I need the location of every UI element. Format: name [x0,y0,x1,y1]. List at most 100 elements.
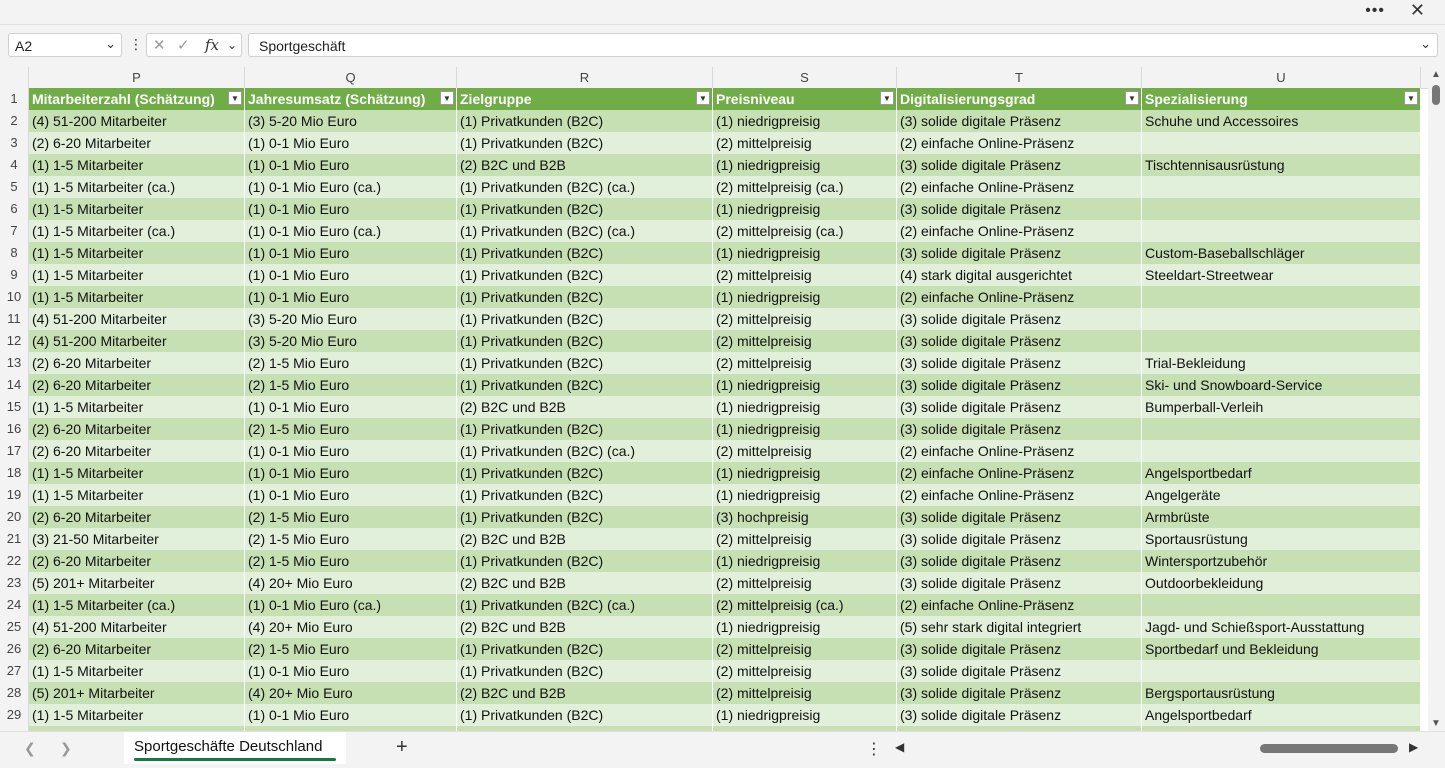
row-number[interactable]: 1 [0,88,28,110]
row-number[interactable]: 3 [0,132,28,154]
table-cell[interactable]: Bumperball-Verleih [1142,396,1421,418]
table-cell[interactable]: (3) solide digitale Präsenz [897,528,1142,550]
table-cell[interactable]: (2) einfache Online-Präsenz [897,220,1142,242]
table-cell[interactable]: (1) 0-1 Mio Euro [245,660,457,682]
table-cell[interactable]: (1) Privatkunden (B2C) (ca.) [457,440,713,462]
scroll-down-icon[interactable]: ▼ [1431,718,1441,729]
table-cell[interactable] [1142,198,1421,220]
table-cell[interactable]: (1) niedrigpreisig [713,242,897,264]
table-cell[interactable]: (1) Privatkunden (B2C) [457,308,713,330]
table-cell[interactable]: (2) einfache Online-Präsenz [897,286,1142,308]
header-cell[interactable]: Spezialisierung ▼ [1142,88,1421,110]
filter-dropdown-icon[interactable]: ▼ [228,91,242,105]
table-cell[interactable]: (1) 1-5 Mitarbeiter (ca.) [29,176,245,198]
table-cell[interactable]: Bergsportausrüstung [1142,682,1421,704]
table-cell[interactable]: (1) Privatkunden (B2C) [457,660,713,682]
prev-sheet-icon[interactable]: ❮ [24,740,36,757]
table-cell[interactable]: (2) 6-20 Mitarbeiter [29,506,245,528]
table-cell[interactable]: (2) 1-5 Mio Euro [245,638,457,660]
table-cell[interactable]: (2) 6-20 Mitarbeiter [29,132,245,154]
ellipsis-icon[interactable]: ••• [1365,2,1385,20]
horizontal-scroll-thumb[interactable] [1260,744,1398,753]
table-cell[interactable]: (1) niedrigpreisig [713,198,897,220]
row-number[interactable]: 20 [0,506,28,528]
table-cell[interactable] [1142,176,1421,198]
table-cell[interactable]: (3) solide digitale Präsenz [897,638,1142,660]
table-cell[interactable]: (1) 0-1 Mio Euro [245,396,457,418]
table-cell[interactable]: (1) 1-5 Mitarbeiter [29,484,245,506]
table-cell[interactable]: (1) Privatkunden (B2C) [457,484,713,506]
scroll-up-icon[interactable]: ▲ [1431,69,1441,80]
table-cell[interactable]: Steeldart-Streetwear [1142,264,1421,286]
close-icon[interactable]: ✕ [1410,0,1425,21]
table-cell[interactable]: (1) Privatkunden (B2C) [457,110,713,132]
table-cell[interactable]: (2) B2C und B2B [457,396,713,418]
table-cell[interactable]: (1) niedrigpreisig [713,704,897,726]
table-cell[interactable]: (4) 51-200 Mitarbeiter [29,308,245,330]
table-cell[interactable]: (1) Privatkunden (B2C) (ca.) [457,176,713,198]
table-cell[interactable]: (3) solide digitale Präsenz [897,308,1142,330]
table-cell[interactable]: Armbrüste [1142,506,1421,528]
table-cell[interactable]: (1) 0-1 Mio Euro [245,264,457,286]
row-number[interactable]: 7 [0,220,28,242]
table-cell[interactable]: (2) 6-20 Mitarbeiter [29,374,245,396]
table-cell[interactable]: (2) einfache Online-Präsenz [897,440,1142,462]
table-cell[interactable]: (1) 0-1 Mio Euro (ca.) [245,176,457,198]
table-cell[interactable]: (2) einfache Online-Präsenz [897,594,1142,616]
filter-dropdown-icon[interactable]: ▼ [440,91,454,105]
row-number[interactable]: 16 [0,418,28,440]
table-cell[interactable]: (2) mittelpreisig (ca.) [713,176,897,198]
row-number[interactable]: 27 [0,660,28,682]
row-number[interactable]: 8 [0,242,28,264]
table-cell[interactable]: (4) 20+ Mio Euro [245,682,457,704]
row-number[interactable]: 26 [0,638,28,660]
table-cell[interactable]: (3) solide digitale Präsenz [897,550,1142,572]
table-cell[interactable] [1142,660,1421,682]
table-cell[interactable]: (2) mittelpreisig [713,308,897,330]
table-cell[interactable]: (2) mittelpreisig [713,352,897,374]
table-cell[interactable]: (1) niedrigpreisig [713,286,897,308]
table-cell[interactable]: (1) 0-1 Mio Euro [245,704,457,726]
table-cell[interactable]: (5) sehr stark digital integriert [897,616,1142,638]
table-cell[interactable]: (1) niedrigpreisig [713,462,897,484]
table-cell[interactable]: (2) mittelpreisig [713,572,897,594]
table-cell[interactable]: (3) 5-20 Mio Euro [245,330,457,352]
table-cell[interactable]: Trial-Bekleidung [1142,352,1421,374]
row-number[interactable]: 14 [0,374,28,396]
table-cell[interactable]: (2) einfache Online-Präsenz [897,484,1142,506]
table-cell[interactable]: (1) Privatkunden (B2C) [457,550,713,572]
table-cell[interactable]: (2) 1-5 Mio Euro [245,550,457,572]
vertical-scrollbar[interactable]: ▲ ▼ [1428,67,1445,731]
table-cell[interactable]: (1) niedrigpreisig [713,110,897,132]
row-number[interactable]: 9 [0,264,28,286]
table-cell[interactable]: (1) 1-5 Mitarbeiter [29,396,245,418]
row-number[interactable]: 2 [0,110,28,132]
table-cell[interactable]: (3) 5-20 Mio Euro [245,110,457,132]
column-header-s[interactable]: S [713,67,897,88]
row-number[interactable]: 24 [0,594,28,616]
table-cell[interactable]: (1) 1-5 Mitarbeiter [29,704,245,726]
table-cell[interactable]: (1) Privatkunden (B2C) [457,242,713,264]
table-cell[interactable]: (3) solide digitale Präsenz [897,374,1142,396]
table-cell[interactable]: (4) 51-200 Mitarbeiter [29,616,245,638]
table-cell[interactable]: (1) 1-5 Mitarbeiter [29,462,245,484]
table-cell[interactable]: (1) 1-5 Mitarbeiter [29,264,245,286]
table-cell[interactable]: (1) 1-5 Mitarbeiter [29,242,245,264]
table-cell[interactable]: (3) 5-20 Mio Euro [245,308,457,330]
fx-icon[interactable]: fx [205,36,219,54]
scroll-thumb[interactable] [1432,85,1440,105]
table-cell[interactable]: (2) mittelpreisig [713,264,897,286]
table-cell[interactable]: (3) solide digitale Präsenz [897,682,1142,704]
table-cell[interactable]: (3) solide digitale Präsenz [897,418,1142,440]
column-header-q[interactable]: Q [245,67,457,88]
table-cell[interactable]: (3) solide digitale Präsenz [897,154,1142,176]
table-cell[interactable]: (1) Privatkunden (B2C) [457,264,713,286]
table-cell[interactable]: (3) solide digitale Präsenz [897,704,1142,726]
table-cell[interactable]: (1) niedrigpreisig [713,374,897,396]
table-cell[interactable]: (1) niedrigpreisig [713,484,897,506]
table-cell[interactable]: Outdoorbekleidung [1142,572,1421,594]
table-cell[interactable]: (4) stark digital ausgerichtet [897,264,1142,286]
table-cell[interactable]: (2) mittelpreisig [713,638,897,660]
header-cell[interactable]: Mitarbeiterzahl (Schätzung) ▼ [29,88,245,110]
table-cell[interactable]: Ski- und Snowboard-Service [1142,374,1421,396]
